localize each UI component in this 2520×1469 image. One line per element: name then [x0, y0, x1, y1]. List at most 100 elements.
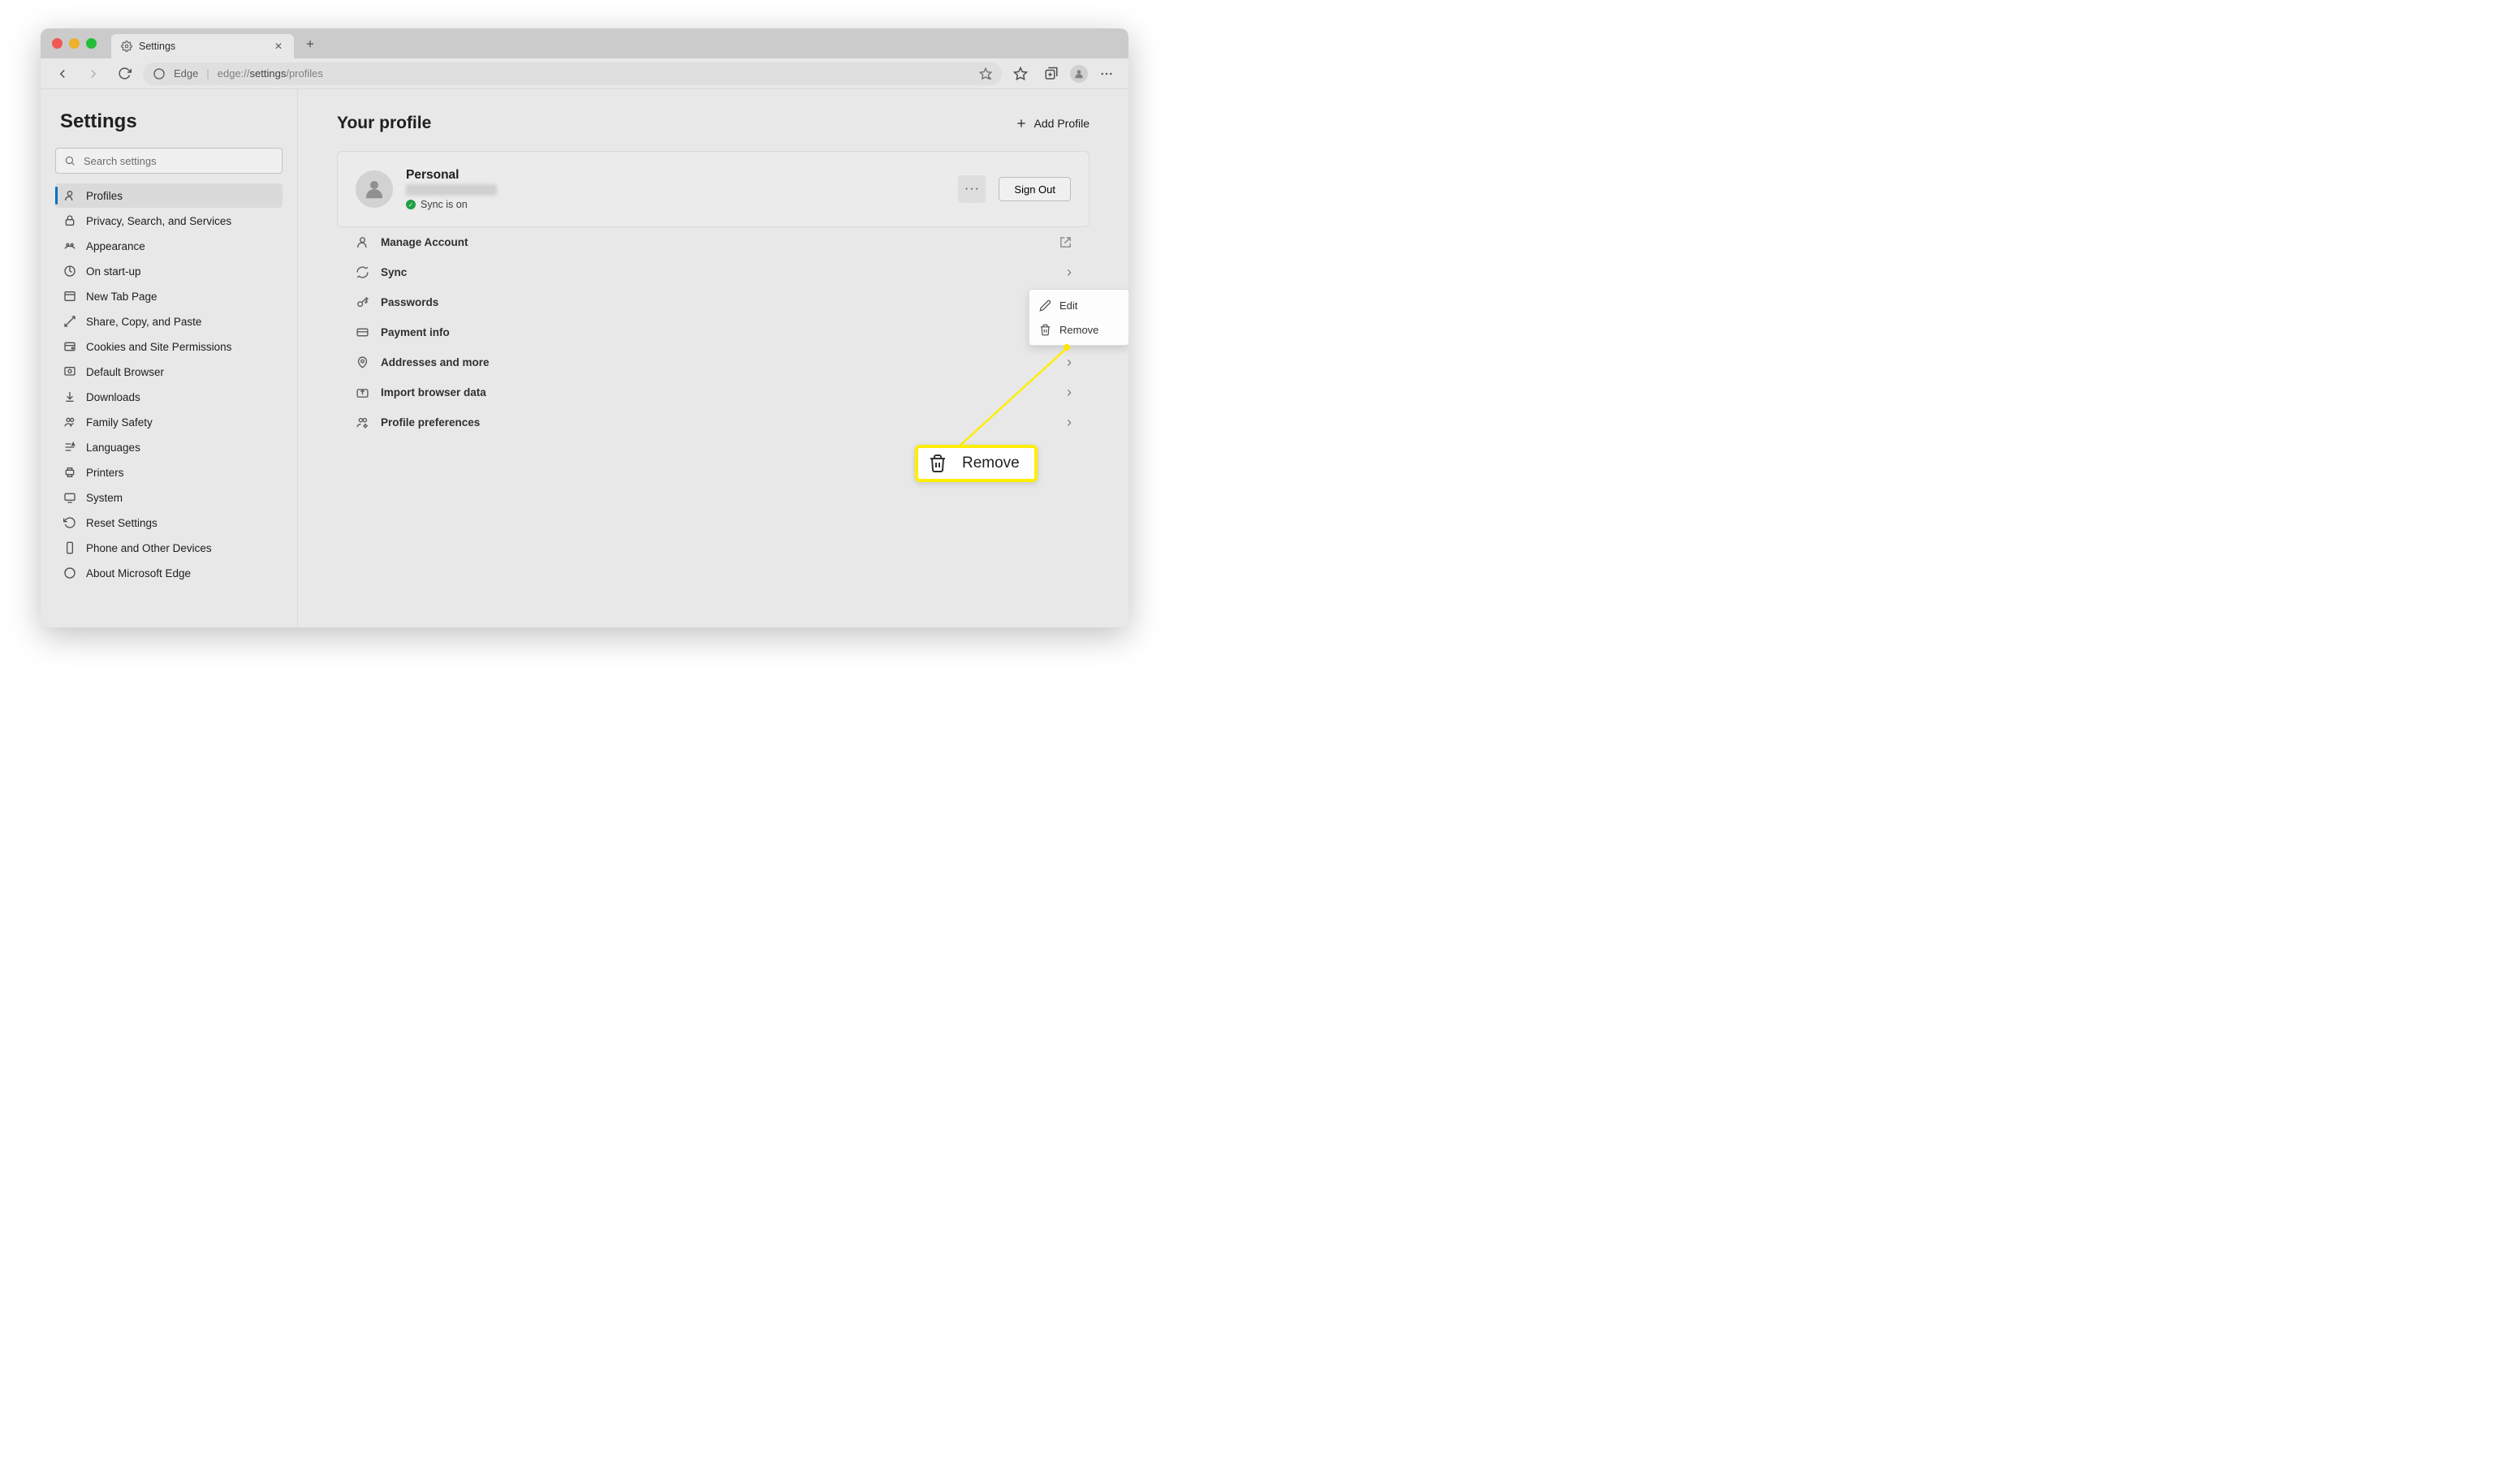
row-label: Addresses and more — [381, 356, 1055, 368]
favorite-star-icon[interactable] — [979, 67, 992, 80]
sidebar-item-printers[interactable]: Printers — [55, 460, 283, 485]
sidebar-item-label: Appearance — [86, 240, 145, 252]
close-window-button[interactable] — [52, 38, 63, 49]
sidebar-item-cookies-and-site-permissions[interactable]: Cookies and Site Permissions — [55, 334, 283, 359]
forward-button[interactable] — [81, 62, 106, 86]
chevron-right-icon: › — [1067, 384, 1072, 401]
settings-sidebar: Settings ProfilesPrivacy, Search, and Se… — [41, 89, 298, 627]
sidebar-item-label: Reset Settings — [86, 517, 158, 529]
context-edit[interactable]: Edit — [1029, 293, 1128, 317]
nav-icon — [63, 365, 76, 378]
profile-panel: Personal ✓ Sync is on ··· Sign Out — [337, 151, 1090, 227]
profile-avatar-button[interactable] — [1070, 65, 1088, 83]
sidebar-item-on-start-up[interactable]: On start-up — [55, 259, 283, 283]
callout-anchor-dot — [1064, 344, 1070, 351]
settings-row-manage-account[interactable]: Manage Account — [337, 227, 1090, 257]
trash-icon — [928, 454, 947, 473]
sidebar-item-label: Languages — [86, 442, 140, 454]
sidebar-item-family-safety[interactable]: Family Safety — [55, 410, 283, 434]
browser-window: Settings ✕ Edge | edge://settings/profil… — [41, 28, 1128, 627]
gear-icon — [121, 41, 132, 52]
sidebar-item-downloads[interactable]: Downloads — [55, 385, 283, 409]
toolbar: Edge | edge://settings/profiles — [41, 58, 1128, 89]
sidebar-item-about-microsoft-edge[interactable]: About Microsoft Edge — [55, 561, 283, 585]
favorites-button[interactable] — [1008, 62, 1033, 86]
profile-name: Personal — [406, 168, 945, 183]
chevron-right-icon: › — [1067, 414, 1072, 431]
sidebar-item-languages[interactable]: ALanguages — [55, 435, 283, 459]
external-link-icon — [1059, 236, 1072, 248]
add-profile-label: Add Profile — [1034, 117, 1090, 130]
nav-icon — [63, 290, 76, 303]
search-input[interactable] — [84, 155, 274, 167]
add-profile-button[interactable]: Add Profile — [1015, 117, 1090, 130]
sidebar-item-label: Cookies and Site Permissions — [86, 341, 231, 353]
browser-tab[interactable]: Settings ✕ — [111, 34, 294, 58]
sign-out-button[interactable]: Sign Out — [999, 177, 1071, 201]
sidebar-item-label: Privacy, Search, and Services — [86, 215, 231, 227]
nav-icon — [63, 189, 76, 202]
settings-row-profile-preferences[interactable]: Profile preferences › — [337, 407, 1090, 437]
nav-icon — [63, 265, 76, 278]
settings-row-import-browser-data[interactable]: Import browser data › — [337, 377, 1090, 407]
sidebar-item-phone-and-other-devices[interactable]: Phone and Other Devices — [55, 536, 283, 560]
collections-button[interactable] — [1039, 62, 1064, 86]
profile-avatar — [356, 170, 393, 208]
row-icon — [355, 355, 369, 370]
address-url: edge://settings/profiles — [218, 67, 323, 80]
row-label: Import browser data — [381, 386, 1055, 398]
search-icon — [64, 155, 76, 166]
minimize-window-button[interactable] — [69, 38, 80, 49]
search-settings[interactable] — [55, 148, 283, 174]
trash-icon — [1039, 324, 1051, 336]
row-icon — [355, 295, 369, 310]
sidebar-item-share-copy-and-paste[interactable]: Share, Copy, and Paste — [55, 309, 283, 334]
edge-logo-icon — [153, 67, 166, 80]
check-icon: ✓ — [406, 200, 416, 209]
row-icon — [355, 265, 369, 280]
context-remove[interactable]: Remove — [1029, 317, 1128, 342]
callout-label: Remove — [962, 454, 1020, 472]
row-icon — [355, 325, 369, 340]
row-label: Profile preferences — [381, 416, 1055, 429]
profile-settings-list: Manage AccountSync›Passwords›Payment inf… — [337, 227, 1090, 437]
close-tab-button[interactable]: ✕ — [273, 41, 284, 52]
window-controls — [52, 38, 97, 49]
refresh-button[interactable] — [112, 62, 136, 86]
sidebar-item-profiles[interactable]: Profiles — [55, 183, 283, 208]
profile-card: Personal ✓ Sync is on ··· Sign Out — [338, 152, 1089, 226]
row-label: Manage Account — [381, 236, 1048, 248]
nav-icon — [63, 541, 76, 554]
callout-remove: Remove — [915, 445, 1038, 482]
settings-row-payment-info[interactable]: Payment info› — [337, 317, 1090, 347]
row-label: Payment info — [381, 326, 1055, 338]
sidebar-item-default-browser[interactable]: Default Browser — [55, 360, 283, 384]
new-tab-button[interactable] — [299, 32, 321, 55]
address-bar[interactable]: Edge | edge://settings/profiles — [143, 62, 1002, 85]
row-icon — [355, 386, 369, 400]
settings-row-passwords[interactable]: Passwords› — [337, 287, 1090, 317]
nav-icon — [63, 516, 76, 529]
settings-row-sync[interactable]: Sync› — [337, 257, 1090, 287]
sidebar-item-new-tab-page[interactable]: New Tab Page — [55, 284, 283, 308]
maximize-window-button[interactable] — [86, 38, 97, 49]
sidebar-item-reset-settings[interactable]: Reset Settings — [55, 510, 283, 535]
sidebar-item-label: On start-up — [86, 265, 141, 278]
titlebar: Settings ✕ — [41, 28, 1128, 58]
address-separator: | — [206, 67, 209, 80]
nav-icon — [63, 214, 76, 227]
context-edit-label: Edit — [1059, 299, 1077, 312]
back-button[interactable] — [50, 62, 75, 86]
sidebar-item-label: Downloads — [86, 391, 140, 403]
sidebar-item-appearance[interactable]: Appearance — [55, 234, 283, 258]
nav-icon — [63, 315, 76, 328]
sidebar-item-privacy-search-and-services[interactable]: Privacy, Search, and Services — [55, 209, 283, 233]
settings-row-addresses-and-more[interactable]: Addresses and more› — [337, 347, 1090, 377]
sidebar-item-system[interactable]: System — [55, 485, 283, 510]
sidebar-item-label: About Microsoft Edge — [86, 567, 191, 579]
page-title: Your profile — [337, 114, 431, 133]
nav-icon — [63, 491, 76, 504]
profile-more-button[interactable]: ··· — [958, 175, 986, 203]
more-menu-button[interactable] — [1094, 62, 1119, 86]
sync-status: ✓ Sync is on — [406, 199, 945, 210]
